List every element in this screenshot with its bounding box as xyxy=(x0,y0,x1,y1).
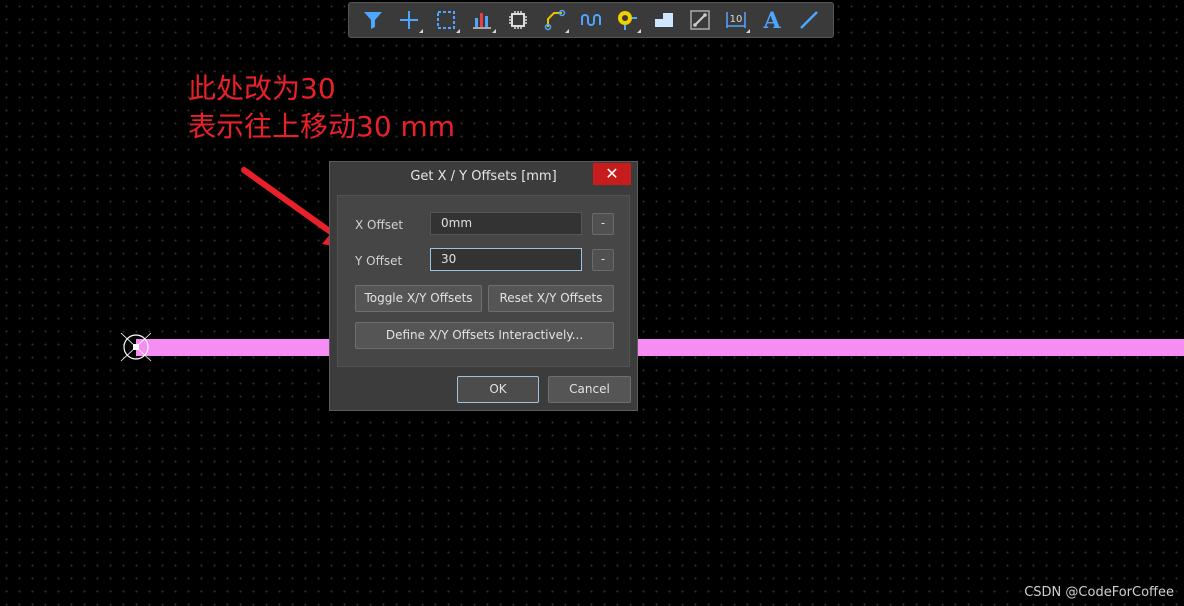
align-button[interactable] xyxy=(467,5,497,35)
dialog-title: Get X / Y Offsets [mm] xyxy=(410,169,557,184)
filter-icon xyxy=(364,12,383,29)
y-offset-field[interactable]: 30 xyxy=(430,248,582,271)
filter-button[interactable] xyxy=(358,5,388,35)
x-offset-pick-button[interactable]: - xyxy=(592,213,614,235)
close-button[interactable]: ✕ xyxy=(593,163,631,185)
define-offsets-interactively-button[interactable]: Define X/Y Offsets Interactively... xyxy=(355,322,614,349)
ok-button[interactable]: OK xyxy=(457,376,539,403)
annotation-line-2: 表示往上移动30 mm xyxy=(188,110,456,143)
polygon-fill-icon xyxy=(654,13,673,27)
x-offset-field[interactable]: 0mm xyxy=(430,212,582,235)
crosshair-plus-icon xyxy=(400,11,419,29)
offset-panel: X Offset 0mm - Y Offset 30 - Toggle X/Y … xyxy=(337,195,630,367)
placement-toolbar: 10 A xyxy=(348,2,834,38)
string-icon: A xyxy=(763,8,782,32)
select-rectangle-icon xyxy=(436,11,455,29)
dropdown-indicator xyxy=(637,29,642,33)
toggle-xy-offsets-button[interactable]: Toggle X/Y Offsets xyxy=(355,285,482,312)
string-glyph: A xyxy=(763,8,782,32)
route-button[interactable] xyxy=(540,5,570,35)
line-icon xyxy=(799,11,818,29)
annotation-text: 此处改为30 表示往上移动30 mm xyxy=(188,70,455,146)
place-component-button[interactable] xyxy=(503,5,533,35)
track-endpoint-crosshair xyxy=(120,332,152,362)
close-icon: ✕ xyxy=(605,164,619,183)
dropdown-indicator xyxy=(455,29,460,33)
cancel-button[interactable]: Cancel xyxy=(548,376,631,403)
pcb-track-right[interactable] xyxy=(638,339,1184,356)
route-icon xyxy=(544,9,565,31)
keepout-icon xyxy=(690,10,710,30)
via-pad-icon xyxy=(618,11,638,30)
xy-offsets-dialog: Get X / Y Offsets [mm] ✕ X Offset 0mm - … xyxy=(329,161,638,411)
place-line-button[interactable] xyxy=(794,5,824,35)
keepout-button[interactable] xyxy=(685,5,715,35)
dropdown-indicator xyxy=(419,29,424,33)
x-offset-label: X Offset xyxy=(355,218,404,232)
reset-xy-offsets-button[interactable]: Reset X/Y Offsets xyxy=(488,285,614,312)
dropdown-indicator xyxy=(746,29,751,33)
annotation-line-1: 此处改为30 xyxy=(188,72,336,105)
crosshair-button[interactable] xyxy=(394,5,424,35)
dimension-icon: 10 xyxy=(726,12,746,28)
dropdown-indicator xyxy=(564,29,569,33)
dropdown-indicator xyxy=(492,29,497,33)
y-offset-pick-button[interactable]: - xyxy=(592,249,614,271)
interactive-routing-button[interactable] xyxy=(576,5,606,35)
interactive-routing-icon xyxy=(580,14,601,26)
pcb-track-left[interactable] xyxy=(136,339,332,356)
place-via-button[interactable] xyxy=(612,5,642,35)
place-polygon-button[interactable] xyxy=(649,5,679,35)
place-string-button[interactable]: A xyxy=(757,5,787,35)
dimension-glyph: 10 xyxy=(730,14,743,25)
select-button[interactable] xyxy=(431,5,461,35)
dimension-button[interactable]: 10 xyxy=(721,5,751,35)
y-offset-label: Y Offset xyxy=(355,254,403,268)
watermark: CSDN @CodeForCoffee xyxy=(1024,585,1174,600)
component-chip-icon xyxy=(509,11,528,29)
bar-chart-icon xyxy=(473,13,492,29)
